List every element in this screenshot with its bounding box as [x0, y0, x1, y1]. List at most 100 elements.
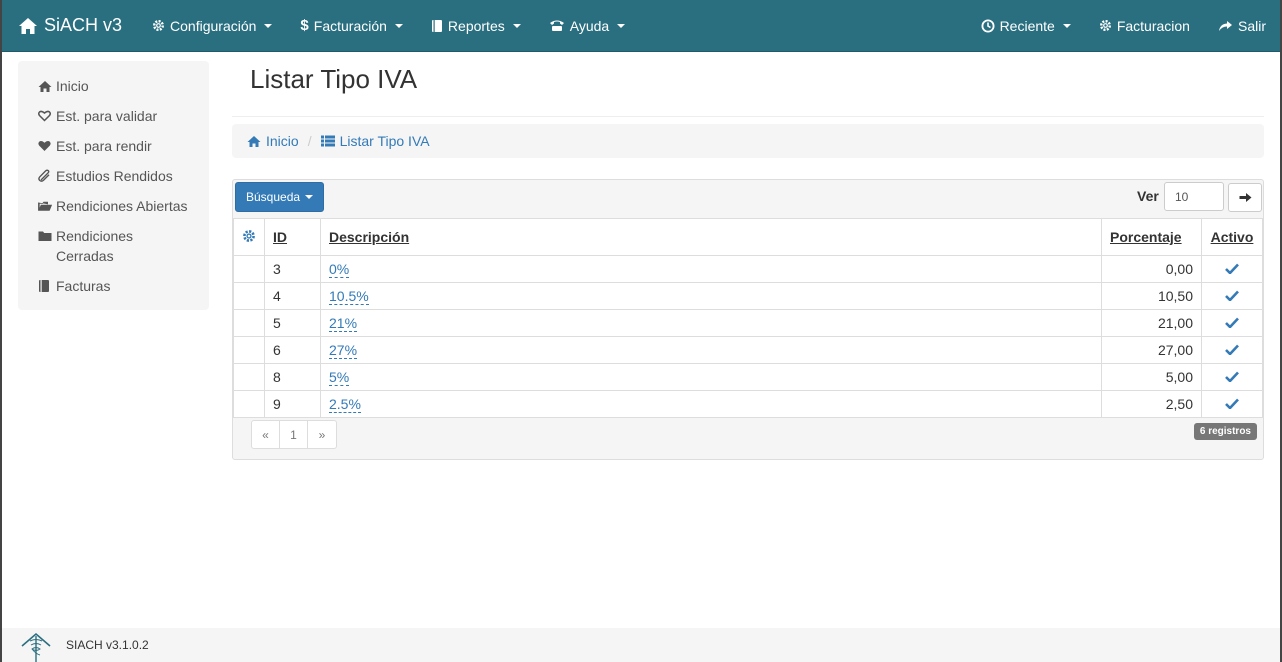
- pagination-page[interactable]: 1: [280, 421, 308, 448]
- sidebar-item-label: Facturas: [56, 278, 111, 294]
- page-size-input[interactable]: [1164, 182, 1224, 211]
- clock-icon: [981, 19, 995, 33]
- descripcion-link[interactable]: 21%: [329, 315, 358, 332]
- sidebar-item-facturas[interactable]: Facturas: [18, 271, 209, 301]
- column-header-label: ID: [273, 229, 287, 245]
- caret-down-icon: [394, 23, 403, 28]
- tipo-iva-table: ID Descripción Porcentaje Activo 3 0% 0,…: [233, 218, 1263, 418]
- table-row: 6 27% 27,00: [233, 336, 1263, 364]
- descripcion-link[interactable]: 27%: [329, 342, 358, 359]
- table-row: 3 0% 0,00: [233, 255, 1263, 283]
- cell-activo: [1201, 309, 1263, 337]
- cell-porcentaje: 27,00: [1101, 336, 1202, 364]
- cell-descripcion: 2.5%: [320, 390, 1102, 418]
- table-header-row: ID Descripción Porcentaje Activo: [233, 218, 1263, 256]
- check-icon: [1225, 398, 1239, 409]
- column-header-activo[interactable]: Activo: [1201, 218, 1263, 256]
- table-row: 5 21% 21,00: [233, 309, 1263, 337]
- brand-title: SiACH v3: [44, 15, 123, 35]
- footer: SIACH v3.1.0.2: [2, 628, 1280, 662]
- cell-activo: [1201, 282, 1263, 310]
- caduceus-logo-icon: [18, 628, 54, 662]
- column-header-label: Descripción: [329, 229, 410, 245]
- sidebar-item-rendiciones-cerradas[interactable]: Rendiciones Cerradas: [18, 221, 209, 271]
- book-icon: [431, 19, 443, 33]
- cell-activo: [1201, 390, 1263, 418]
- menu-reportes-label: Reportes: [447, 17, 505, 34]
- descripcion-link[interactable]: 0%: [329, 261, 350, 278]
- caret-down-icon: [305, 195, 314, 199]
- menu-reciente-label: Reciente: [999, 17, 1055, 34]
- dollar-icon: $: [300, 17, 309, 34]
- cell-activo: [1201, 363, 1263, 391]
- nav-facturacion-link[interactable]: Facturacion: [1085, 0, 1204, 52]
- check-icon: [1225, 263, 1239, 274]
- descripcion-link[interactable]: 10.5%: [329, 288, 369, 305]
- cell-descripcion: 10.5%: [320, 282, 1102, 310]
- brand-link[interactable]: SiACH v3: [2, 0, 138, 52]
- menu-ayuda[interactable]: Ayuda: [535, 0, 639, 52]
- breadcrumb-listar-tipo-iva[interactable]: Listar Tipo IVA: [320, 133, 430, 149]
- sidebar-item-label: Rendiciones Abiertas: [56, 198, 188, 214]
- menu-reciente[interactable]: Reciente: [967, 0, 1085, 52]
- breadcrumb-separator: /: [307, 133, 312, 149]
- nav-facturacion-label: Facturacion: [1116, 17, 1190, 34]
- sidebar-item-inicio[interactable]: Inicio: [18, 71, 209, 101]
- row-select-cell: [233, 363, 265, 391]
- top-navbar: SiACH v3 Configuración $ Facturación Rep…: [2, 0, 1280, 52]
- column-header-descripcion[interactable]: Descripción: [320, 218, 1102, 256]
- table-row: 4 10.5% 10,50: [233, 282, 1263, 310]
- row-select-cell: [233, 390, 265, 418]
- search-dropdown-button[interactable]: Búsqueda: [235, 182, 325, 212]
- menu-facturacion-label: Facturación: [313, 17, 387, 34]
- cell-porcentaje: 21,00: [1101, 309, 1202, 337]
- check-icon: [1225, 290, 1239, 301]
- cell-porcentaje: 0,00: [1101, 255, 1202, 283]
- sidebar-item-estudios-rendidos[interactable]: Estudios Rendidos: [18, 161, 209, 191]
- cell-id: 4: [264, 282, 321, 310]
- cell-activo: [1201, 255, 1263, 283]
- pagination-next[interactable]: »: [308, 421, 336, 448]
- sidebar-item-label: Estudios Rendidos: [56, 168, 173, 184]
- column-settings-header[interactable]: [233, 218, 265, 256]
- descripcion-link[interactable]: 5%: [329, 369, 350, 386]
- page-size-go-button[interactable]: [1228, 183, 1262, 212]
- menu-facturacion[interactable]: $ Facturación: [286, 0, 417, 52]
- cell-activo: [1201, 336, 1263, 364]
- heart-icon: [38, 136, 52, 156]
- sidebar-item-rendiciones-abiertas[interactable]: Rendiciones Abiertas: [18, 191, 209, 221]
- pagination: « 1 »: [251, 420, 337, 449]
- menu-configuracion[interactable]: Configuración: [138, 0, 286, 52]
- table-row: 8 5% 5,00: [233, 363, 1263, 391]
- sidebar: Inicio Est. para validar Est. para rendi…: [18, 61, 209, 310]
- breadcrumb-inicio[interactable]: Inicio: [247, 133, 299, 149]
- search-button-label: Búsqueda: [246, 190, 301, 204]
- check-icon: [1225, 317, 1239, 328]
- row-select-cell: [233, 255, 265, 283]
- cell-id: 8: [264, 363, 321, 391]
- sidebar-item-label: Est. para validar: [56, 108, 158, 124]
- cell-id: 5: [264, 309, 321, 337]
- menu-reportes[interactable]: Reportes: [417, 0, 535, 52]
- cell-id: 9: [264, 390, 321, 418]
- cell-porcentaje: 2,50: [1101, 390, 1202, 418]
- cell-id: 3: [264, 255, 321, 283]
- descripcion-link[interactable]: 2.5%: [329, 396, 361, 413]
- pagination-prev[interactable]: «: [252, 421, 280, 448]
- phone-icon: [549, 19, 565, 32]
- sidebar-item-est-para-rendir[interactable]: Est. para rendir: [18, 131, 209, 161]
- column-header-porcentaje[interactable]: Porcentaje: [1101, 218, 1202, 256]
- page-size-label: Ver: [1137, 188, 1159, 204]
- breadcrumb-label: Listar Tipo IVA: [339, 133, 430, 149]
- home-icon: [18, 17, 38, 35]
- logout-link[interactable]: Salir: [1204, 0, 1280, 52]
- title-divider: [232, 116, 1264, 117]
- home-icon: [247, 135, 261, 148]
- share-arrow-icon: [1218, 20, 1233, 32]
- cell-descripcion: 5%: [320, 363, 1102, 391]
- column-header-label: Porcentaje: [1110, 229, 1182, 245]
- gear-icon: [1099, 19, 1112, 32]
- check-icon: [1225, 344, 1239, 355]
- column-header-id[interactable]: ID: [264, 218, 321, 256]
- sidebar-item-est-para-validar[interactable]: Est. para validar: [18, 101, 209, 131]
